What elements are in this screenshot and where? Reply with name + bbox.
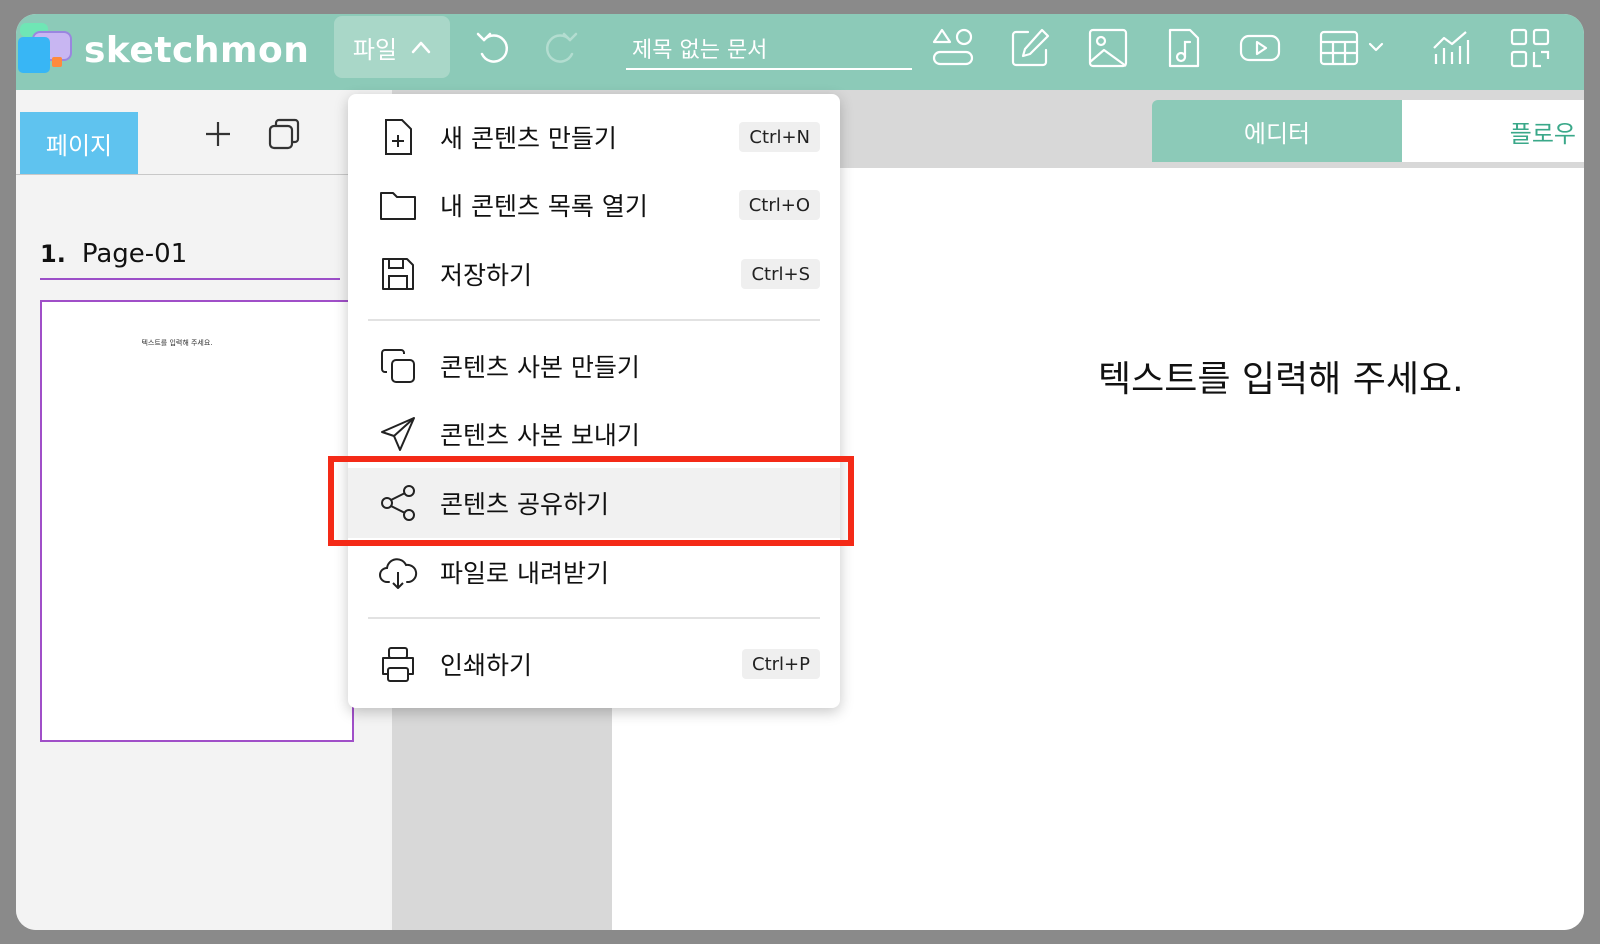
menu-item-new-content[interactable]: 새 콘텐츠 만들기 Ctrl+N	[348, 105, 840, 169]
app-name: sketchmon	[84, 29, 310, 71]
shortcut-badge: Ctrl+P	[742, 649, 820, 679]
file-menu-button[interactable]: 파일	[334, 16, 450, 78]
shortcut-badge: Ctrl+N	[739, 122, 820, 152]
panel-divider	[16, 174, 392, 175]
menu-item-print[interactable]: 인쇄하기 Ctrl+P	[348, 632, 840, 696]
menu-item-label: 콘텐츠 사본 보내기	[440, 421, 640, 450]
menu-item-label: 새 콘텐츠 만들기	[440, 124, 617, 153]
chart-icon[interactable]	[1430, 26, 1474, 70]
copy-icon	[378, 346, 418, 386]
menu-item-open-list[interactable]: 내 콘텐츠 목록 열기 Ctrl+O	[348, 173, 840, 237]
menu-separator	[368, 617, 820, 619]
app-logo[interactable]: sketchmon	[18, 18, 309, 82]
page-list-item[interactable]: 1. Page-01	[40, 230, 340, 280]
highlight-annotation-box	[328, 456, 854, 546]
shortcut-badge: Ctrl+O	[738, 190, 820, 220]
menu-item-label: 콘텐츠 사본 만들기	[440, 353, 640, 382]
duplicate-icon	[268, 118, 300, 150]
plus-icon	[206, 122, 230, 146]
qr-code-icon[interactable]	[1508, 26, 1552, 70]
top-toolbar: sketchmon 파일 제목 없는 문서	[16, 14, 1584, 90]
chevron-up-icon	[411, 41, 431, 54]
menu-item-label: 인쇄하기	[440, 651, 533, 680]
page-number: 1.	[40, 240, 66, 268]
image-icon[interactable]	[1086, 26, 1130, 70]
page-name: Page-01	[81, 239, 188, 269]
save-icon	[378, 254, 418, 294]
add-page-button[interactable]	[200, 116, 236, 152]
menu-separator	[368, 319, 820, 321]
canvas-text-box[interactable]: 텍스트를 입력해 주세요.	[1098, 350, 1464, 402]
audio-icon[interactable]	[1162, 26, 1206, 70]
menu-item-label: 파일로 내려받기	[440, 559, 609, 588]
shapes-icon[interactable]	[932, 26, 976, 70]
table-icon[interactable]	[1318, 26, 1398, 70]
cloud-download-icon	[378, 552, 418, 592]
thumbnail-text: 텍스트를 입력해 주세요.	[141, 339, 213, 347]
menu-item-label: 내 콘텐츠 목록 열기	[440, 192, 648, 221]
page-thumbnail[interactable]: 텍스트를 입력해 주세요.	[40, 300, 354, 742]
pages-tab[interactable]: 페이지	[20, 112, 138, 174]
duplicate-page-button[interactable]	[266, 116, 302, 152]
print-icon	[378, 644, 418, 684]
tab-editor[interactable]: 에디터	[1152, 100, 1402, 162]
redo-icon[interactable]	[538, 26, 582, 70]
tab-flow[interactable]: 플로우	[1402, 100, 1584, 162]
folder-icon	[378, 185, 418, 225]
shortcut-badge: Ctrl+S	[741, 259, 820, 289]
logo-mark-icon	[18, 21, 76, 79]
send-icon	[378, 414, 418, 454]
file-dropdown-menu: 새 콘텐츠 만들기 Ctrl+N 내 콘텐츠 목록 열기 Ctrl+O 저장하기…	[348, 94, 840, 708]
undo-icon[interactable]	[472, 26, 516, 70]
pen-icon[interactable]	[1008, 26, 1052, 70]
menu-item-download[interactable]: 파일로 내려받기	[348, 540, 840, 604]
menu-item-make-copy[interactable]: 콘텐츠 사본 만들기	[348, 334, 840, 398]
file-menu-label: 파일	[352, 35, 398, 64]
menu-item-save[interactable]: 저장하기 Ctrl+S	[348, 242, 840, 306]
app-window: sketchmon 파일 제목 없는 문서 페이지 1. Page-01 텍스트…	[16, 14, 1584, 930]
document-title-input[interactable]: 제목 없는 문서	[626, 28, 912, 70]
new-file-icon	[378, 117, 418, 157]
video-icon[interactable]	[1238, 26, 1282, 70]
menu-item-label: 저장하기	[440, 261, 533, 290]
